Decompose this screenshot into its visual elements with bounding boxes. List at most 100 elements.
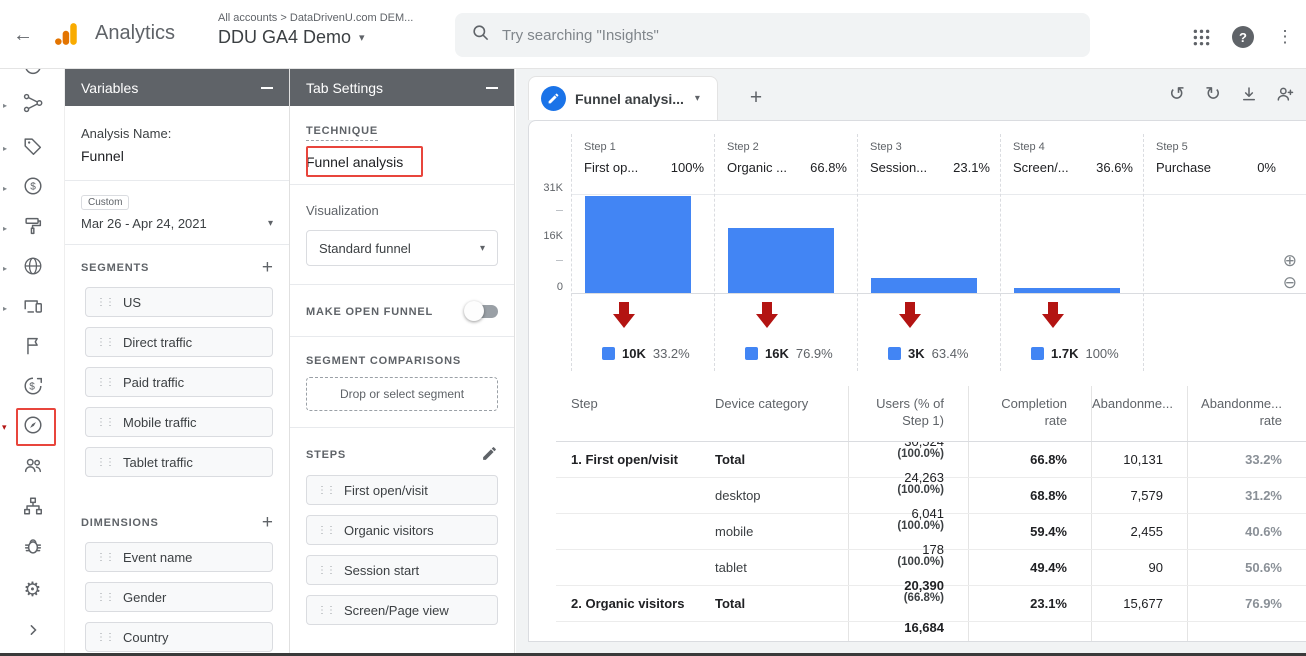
drag-handle-icon: ⋮⋮ <box>96 417 114 428</box>
steps-label: STEPS <box>306 449 346 461</box>
nav-explore[interactable]: ▾ <box>0 409 65 445</box>
step-name: Screen/... <box>1013 160 1069 175</box>
drag-handle-icon: ⋮⋮ <box>96 632 114 643</box>
funnel-bar[interactable] <box>728 228 834 293</box>
funnel-step-column: Step 1 First op...100% 10K33.2% <box>571 134 714 371</box>
drag-handle-icon: ⋮⋮ <box>317 565 335 576</box>
abandonment-legend: 3K63.4% <box>888 346 969 361</box>
zoom-in-icon[interactable]: ⊕ <box>1283 252 1297 269</box>
segment-chip[interactable]: ⋮⋮Mobile traffic <box>85 407 273 437</box>
globe-icon <box>22 255 44 282</box>
analytics-logo-icon <box>52 21 82 52</box>
step-chip[interactable]: ⋮⋮Screen/Page view <box>306 595 498 625</box>
date-range-value: Mar 26 - Apr 24, 2021 <box>81 216 207 231</box>
help-icon[interactable]: ? <box>1230 24 1256 50</box>
back-button[interactable]: ← <box>6 21 40 49</box>
nav-monetization[interactable]: ▸ $ <box>0 170 65 206</box>
segment-chip[interactable]: ⋮⋮Paid traffic <box>85 367 273 397</box>
more-vert-icon[interactable]: ⋮ <box>1272 24 1298 50</box>
nav-audiences[interactable] <box>0 449 65 485</box>
search-bar[interactable] <box>455 13 1090 57</box>
undo-icon[interactable]: ↺ <box>1162 79 1192 109</box>
nav-acquisition[interactable]: ▸ <box>0 250 65 286</box>
redo-icon[interactable]: ↻ <box>1198 79 1228 109</box>
legend-swatch <box>888 347 901 360</box>
funnel-bar[interactable] <box>585 196 691 294</box>
zoom-out-icon[interactable]: ⊖ <box>1283 274 1297 291</box>
rail-expand-button[interactable] <box>0 614 65 650</box>
nav-history[interactable] <box>0 69 65 86</box>
nav-admin[interactable]: ⚙ <box>0 572 65 608</box>
step-chip[interactable]: ⋮⋮First open/visit <box>306 475 498 505</box>
visualization-select[interactable]: Standard funnel ▾ <box>306 230 498 266</box>
abandonment-arrow-icon <box>898 302 922 334</box>
edit-steps-button[interactable] <box>481 445 498 465</box>
y-axis-tick-label: 16K <box>529 230 563 242</box>
nav-debug[interactable] <box>0 530 65 566</box>
dollar-circle-icon: $ <box>22 175 44 202</box>
drag-handle-icon: ⋮⋮ <box>96 552 114 563</box>
minimize-icon[interactable] <box>261 87 273 89</box>
drag-handle-icon: ⋮⋮ <box>96 337 114 348</box>
analysis-name-value[interactable]: Funnel <box>81 148 273 164</box>
drag-handle-icon: ⋮⋮ <box>317 525 335 536</box>
nav-tags[interactable]: ▸ <box>0 130 65 166</box>
step-name: First op... <box>584 160 638 175</box>
download-icon[interactable] <box>1234 79 1264 109</box>
edit-tab-icon <box>541 86 566 111</box>
left-nav-rail: ▸ ▸ ▸ $ ▸ ▸ ▸ $ ▾ ⚙ <box>0 69 65 656</box>
step-percent: 23.1% <box>953 160 990 175</box>
apps-grid-icon[interactable] <box>1188 24 1214 50</box>
table-row[interactable]: 2. Organic visitors Total 20,390(66.8%) … <box>556 586 1306 622</box>
top-app-bar: ← Analytics All accounts > DataDrivenU.c… <box>0 0 1306 69</box>
segment-chip[interactable]: ⋮⋮Tablet traffic <box>85 447 273 477</box>
funnel-data-table: Step Device category Users (% ofStep 1) … <box>556 386 1306 642</box>
dimension-chip[interactable]: ⋮⋮Country <box>85 622 273 652</box>
tab-settings-panel-header: Tab Settings <box>290 69 514 106</box>
search-input[interactable] <box>502 27 1074 44</box>
property-picker[interactable]: DDU GA4 Demo ▾ <box>218 27 365 48</box>
nav-structure[interactable] <box>0 490 65 526</box>
nav-tech[interactable]: ▸ <box>0 290 65 326</box>
add-segment-button[interactable]: + <box>262 258 273 277</box>
breadcrumb[interactable]: All accounts > DataDrivenU.com DEM... <box>218 12 413 24</box>
dimension-chip[interactable]: ⋮⋮Gender <box>85 582 273 612</box>
nav-customize[interactable]: ▸ <box>0 210 65 246</box>
expand-caret-icon: ▸ <box>3 144 7 153</box>
segment-chip[interactable]: ⋮⋮US <box>85 287 273 317</box>
col-header-completion: Completion <box>969 395 1067 412</box>
add-dimension-button[interactable]: + <box>262 513 273 532</box>
step-chip[interactable]: ⋮⋮Session start <box>306 555 498 585</box>
funnel-bar[interactable] <box>1014 288 1120 294</box>
dimensions-section-header: DIMENSIONS + <box>81 513 273 532</box>
funnel-step-column: Step 4 Screen/...36.6% 1.7K100% <box>1000 134 1143 371</box>
step-chip[interactable]: ⋮⋮Organic visitors <box>306 515 498 545</box>
nav-reporting[interactable] <box>0 330 65 366</box>
nav-journeys[interactable]: ▸ <box>0 87 65 123</box>
open-funnel-toggle[interactable] <box>466 305 498 318</box>
svg-text:$: $ <box>29 381 35 392</box>
table-header-row: Step Device category Users (% ofStep 1) … <box>556 386 1306 442</box>
step-name: Purchase <box>1156 160 1211 175</box>
nav-attribution[interactable]: $ <box>0 370 65 406</box>
step-number: Step 4 <box>1013 141 1133 153</box>
pencil-icon <box>481 450 498 465</box>
funnel-bar[interactable] <box>871 278 977 293</box>
drag-handle-icon: ⋮⋮ <box>317 605 335 616</box>
technique-value[interactable]: Funnel analysis <box>306 154 498 170</box>
tab-funnel-analysis[interactable]: Funnel analysi... ▾ <box>528 76 718 120</box>
add-tab-button[interactable]: + <box>738 81 774 115</box>
expand-caret-icon: ▸ <box>3 184 7 193</box>
segment-chip[interactable]: ⋮⋮Direct traffic <box>85 327 273 357</box>
legend-swatch <box>1031 347 1044 360</box>
visualization-label: Visualization <box>306 203 498 218</box>
expand-caret-icon: ▸ <box>3 264 7 273</box>
funnel-chart: 31K 16K 0 Step 1 First op...100% 10K33.2… <box>529 134 1306 386</box>
table-row[interactable]: 16,684 <box>556 622 1306 642</box>
dimension-chip[interactable]: ⋮⋮Event name <box>85 542 273 572</box>
segment-drop-zone[interactable]: Drop or select segment <box>306 377 498 411</box>
share-users-icon[interactable] <box>1270 79 1300 109</box>
y-axis-minor-tick <box>556 260 563 261</box>
minimize-icon[interactable] <box>486 87 498 89</box>
date-range-control[interactable]: Custom Mar 26 - Apr 24, 2021 ▾ <box>81 192 273 231</box>
